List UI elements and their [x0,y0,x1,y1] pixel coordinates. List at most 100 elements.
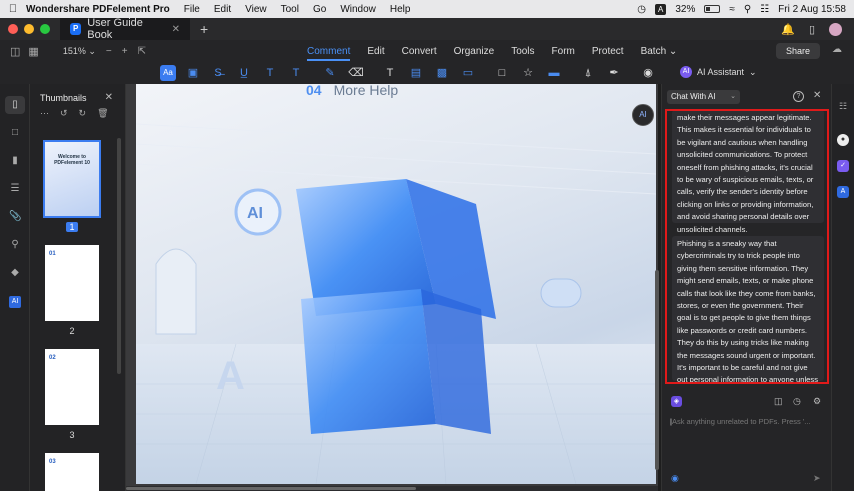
menu-tool[interactable]: Tool [281,4,299,15]
history-icon[interactable]: ◷ [793,396,801,407]
ai-assistant-panel: Chat With AI ⌄ ? ✕ make their messages a… [661,84,831,491]
ai-assistant-icon: AI [680,66,692,78]
measure-icon[interactable]: ▬ [546,65,562,81]
tab-tools[interactable]: Tools [511,46,534,57]
ai-bot-icon[interactable]: ● [837,134,849,146]
control-center-icon[interactable]: ☷ [760,4,769,15]
tab-protect[interactable]: Protect [592,46,624,57]
wifi-icon[interactable]: ≈ [729,4,735,15]
menu-edit[interactable]: Edit [214,4,231,15]
ai-icon[interactable]: AI [9,296,21,308]
page-thumbnail-2[interactable]: 01 [45,245,99,321]
text-highlight-icon[interactable]: Aa [160,65,176,81]
new-tab-icon[interactable]: + [200,21,208,37]
shape-icon[interactable]: □ [494,65,510,81]
translate-icon[interactable]: A [837,186,849,198]
menu-file[interactable]: File [184,4,200,15]
menu-view[interactable]: View [245,4,267,15]
squiggly-underline-icon[interactable]: T [262,65,278,81]
page-thumbnail-3[interactable]: 02 [45,349,99,425]
tab-convert[interactable]: Convert [402,46,437,57]
thumb-3-heading: 02 [49,355,56,361]
comment-icon[interactable]: □ [9,127,21,139]
close-thumbnails-icon[interactable]: ✕ [105,92,113,103]
ai-floating-icon[interactable]: AI [632,104,654,126]
callout-icon[interactable]: ▩ [434,65,450,81]
eraser-icon[interactable]: ⌫ [348,65,364,81]
text-box-icon[interactable]: ▤ [408,65,424,81]
more-options-icon[interactable]: ⋯ [40,108,49,119]
zoom-window-button[interactable] [40,24,50,34]
close-ai-panel-icon[interactable]: ✕ [813,90,821,101]
document-vertical-scrollbar[interactable] [655,270,659,470]
zoom-select[interactable]: 151% ⌄ [63,46,96,57]
ai-message-2: Phishing is a sneaky way that cybercrimi… [672,236,824,382]
typewriter-icon[interactable]: T [382,65,398,81]
tab-edit[interactable]: Edit [367,46,384,57]
eye-icon[interactable]: ◉ [640,65,656,81]
insert-text-icon[interactable]: T [288,65,304,81]
page-thumbnail-4[interactable]: 03 [45,453,99,491]
stamp-icon[interactable]: ☆ [520,65,536,81]
avatar[interactable] [829,22,842,36]
stamp-tool-icon[interactable]: ⍋ [580,65,596,81]
rotate-right-icon[interactable]: ↻ [79,108,87,119]
signature-icon[interactable]: ✒ [606,65,622,81]
upload-cloud-icon[interactable]: ☁ [832,44,842,55]
rotate-left-icon[interactable]: ↺ [60,108,68,119]
attachment-icon[interactable]: 📎 [9,211,21,223]
new-chat-icon[interactable]: ◫ [774,396,783,407]
document-horizontal-scrollbar[interactable] [126,486,658,491]
properties-icon[interactable]: ☷ [837,100,849,112]
spotlight-search-icon[interactable]: ⚲ [744,4,751,15]
sidebar-toggle-icon[interactable]: ◫ [10,45,20,58]
bookmark-icon[interactable]: ▮ [9,155,21,167]
minimize-window-button[interactable] [24,24,34,34]
zoom-in-icon[interactable]: + [122,46,128,57]
menu-help[interactable]: Help [390,4,411,15]
lightbulb-icon[interactable]: ◉ [671,473,679,484]
search-icon[interactable]: ⚲ [9,239,21,251]
ai-question-input[interactable]: |Ask anything unrelated to PDFs. Press '… [670,417,824,426]
close-tab-icon[interactable]: ✕ [172,24,180,35]
apple-icon[interactable]:  [0,3,26,15]
send-icon[interactable]: ➤ [813,473,821,484]
tab-form[interactable]: Form [552,46,575,57]
bell-icon[interactable]: 🔔 [781,23,795,36]
strikethrough-icon[interactable]: S̶ [210,65,226,81]
layers-list-icon[interactable]: ☰ [9,183,21,195]
select-tool-icon[interactable]: ⇱ [138,46,146,57]
thumbnails-icon[interactable]: ▯ [5,96,25,114]
menu-go[interactable]: Go [313,4,326,15]
note-icon[interactable]: ▭ [460,65,476,81]
delete-page-icon[interactable]: 🗑 [97,108,108,119]
underline-icon[interactable]: U̲ [236,65,252,81]
tab-batch[interactable]: Batch ⌄ [641,46,678,57]
pencil-icon[interactable]: ✎ [322,65,338,81]
document-tab[interactable]: P User Guide Book ✕ [60,17,190,41]
layers-icon[interactable]: ◆ [9,267,21,279]
input-source-badge[interactable]: A [655,3,667,15]
close-window-button[interactable] [8,24,18,34]
share-button[interactable]: Share [775,43,820,59]
chevron-down-icon: ⌄ [730,93,736,100]
help-icon[interactable]: ? [793,91,804,102]
area-highlight-icon[interactable]: ▣ [185,65,201,81]
ai-check-icon[interactable]: ✓ [837,160,849,172]
settings-gear-icon[interactable]: ⚙ [813,396,821,407]
page-thumbnail-1[interactable]: Welcome to PDFelement 10 [43,140,101,218]
thumbnails-scrollbar[interactable] [117,138,121,374]
menu-window[interactable]: Window [340,4,376,15]
document-canvas[interactable]: 04 More Help AI A [126,84,658,491]
mobile-device-icon[interactable]: ▯ [809,23,815,36]
clock-datetime[interactable]: Fri 2 Aug 15:58 [778,4,846,15]
battery-icon[interactable] [704,5,721,13]
zoom-out-icon[interactable]: − [106,46,112,57]
ai-assistant-button[interactable]: AI AI Assistant ⌄ [680,66,757,78]
app-name-menu[interactable]: Wondershare PDFelement Pro [26,4,170,15]
page-layout-icon[interactable]: ▦ [28,45,38,58]
time-machine-icon[interactable]: ◷ [637,4,646,15]
chat-mode-select[interactable]: Chat With AI ⌄ [667,90,740,104]
tab-comment[interactable]: Comment [307,46,351,61]
tab-organize[interactable]: Organize [454,46,495,57]
